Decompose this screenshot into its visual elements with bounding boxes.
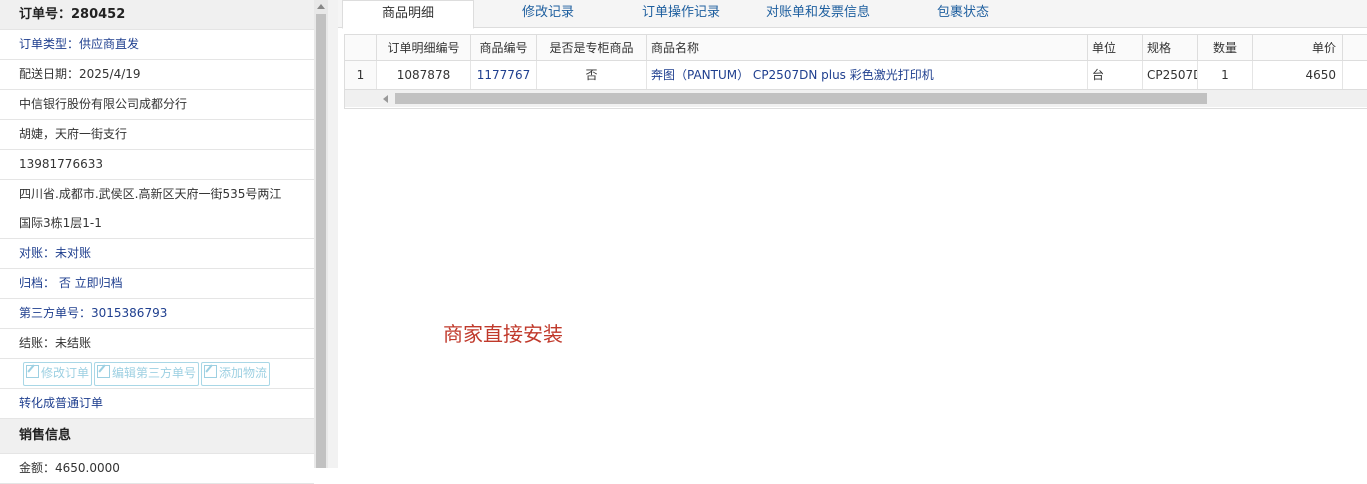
order-info-panel: 订单号：280452 订单类型：供应商直发 配送日期：2025/4/19 中信银… [0,0,315,484]
header-product-name[interactable]: 商品名称 [647,35,1088,61]
cell-unit-price: 4650 [1253,61,1343,89]
delivery-date: 配送日期：2025/4/19 [0,60,314,90]
add-logistics-button[interactable]: 添加物流 [201,361,271,386]
product-grid: 订单明细编号 商品编号 是否是专柜商品 商品名称 单位 规格 数量 单价 1 1… [344,34,1367,109]
address-line-1: 四川省.成都市.武侯区.高新区天府一街535号两江 [19,187,282,201]
address-line-2: 国际3栋1层1-1 [0,209,314,239]
header-rownum [345,35,377,61]
cell-quantity: 1 [1198,61,1253,89]
edit-order-button[interactable]: 修改订单 [23,361,93,386]
row-number: 1 [345,61,377,89]
order-number: 订单号：280452 [0,0,314,30]
contact-name: 胡婕，天府一街支行 [0,120,314,150]
left-panel-scrollbar[interactable] [314,0,328,468]
header-counter-product[interactable]: 是否是专柜商品 [537,35,647,61]
third-party-number: 第三方单号：3015386793 [0,299,314,329]
settlement-status: 结账：未结账 [0,329,314,359]
splitter [328,0,338,468]
detail-panel: 商品明细 修改记录 订单操作记录 对账单和发票信息 包裹状态 订单明细编号 商品… [338,0,1367,468]
grid-horizontal-scrollbar[interactable] [345,89,1367,107]
tab-bar: 商品明细 修改记录 订单操作记录 对账单和发票信息 包裹状态 [338,0,1367,29]
cell-product-name[interactable]: 奔图（PANTUM） CP2507DN plus 彩色激光打印机 [647,61,1088,89]
header-detail-id[interactable]: 订单明细编号 [377,35,471,61]
tab-edit-history[interactable]: 修改记录 [493,0,603,27]
sales-header: 销售信息 [0,419,314,454]
add-logistics-label: 添加物流 [219,365,268,380]
header-unit-price[interactable]: 单价 [1253,35,1343,61]
convert-order-link[interactable]: 转化成普通订单 [0,389,314,419]
header-product-id[interactable]: 商品编号 [471,35,537,61]
contact-phone: 13981776633 [0,150,314,180]
sales-amount: 金额：4650.0000 [0,454,314,484]
tab-order-operations[interactable]: 订单操作记录 [626,0,736,27]
tab-package-status[interactable]: 包裹状态 [913,0,1013,27]
customer-name: 中信银行股份有限公司成都分行 [0,90,314,120]
header-unit[interactable]: 单位 [1088,35,1143,61]
header-spec[interactable]: 规格 [1143,35,1198,61]
tab-statement-invoice[interactable]: 对账单和发票信息 [756,0,880,27]
edit-third-party-label: 编辑第三方单号 [112,365,197,380]
action-buttons: 修改订单 编辑第三方单号 添加物流 [0,359,314,389]
cell-unit: 台 [1088,61,1143,89]
edit-order-label: 修改订单 [41,365,90,380]
reconcile-status: 对账：未对账 [0,239,314,269]
edit-icon [204,364,218,378]
scroll-up-icon[interactable] [317,4,325,9]
order-type: 订单类型：供应商直发 [0,30,314,60]
archive-status[interactable]: 归档： 否 立即归档 [0,269,314,299]
cell-product-id[interactable]: 1177767 [471,61,537,89]
header-filler [1343,35,1367,61]
tab-product-details[interactable]: 商品明细 [342,0,474,29]
edit-icon [26,364,39,378]
cell-spec: CP2507DN plus [1143,61,1198,89]
scrollbar-thumb[interactable] [316,14,326,468]
cell-detail-id: 1087878 [377,61,471,89]
edit-icon [97,364,111,378]
horizontal-scroll-thumb[interactable] [395,93,1207,104]
edit-third-party-button[interactable]: 编辑第三方单号 [94,361,200,386]
install-note: 商家直接安装 [443,322,563,346]
cell-counter-product: 否 [537,61,647,89]
scroll-left-icon[interactable] [383,95,388,103]
header-quantity[interactable]: 数量 [1198,35,1253,61]
